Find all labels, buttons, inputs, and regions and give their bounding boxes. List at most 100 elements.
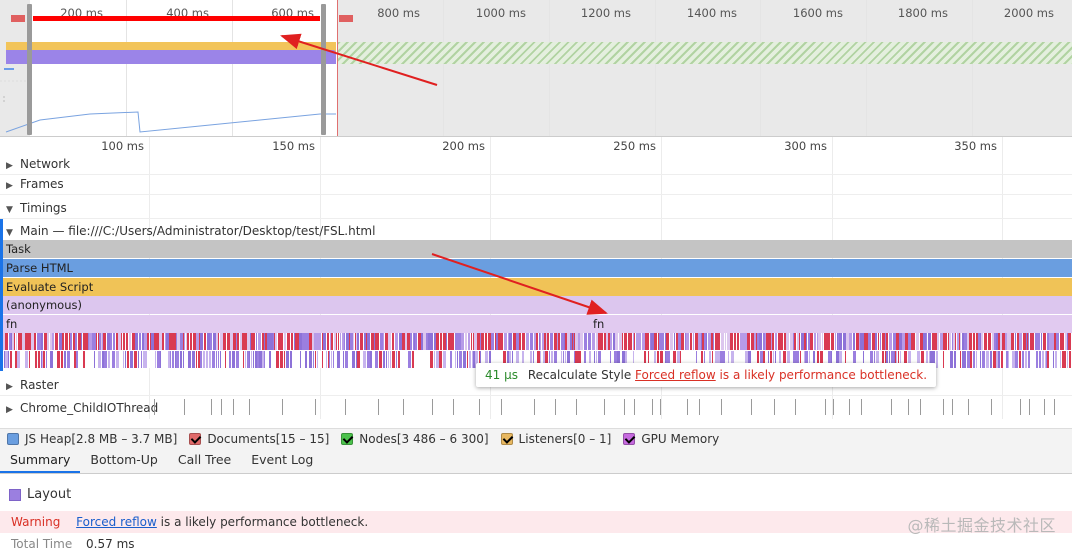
flame-event-slice: [606, 333, 608, 350]
flame-event-slice: [619, 333, 622, 350]
tab-call-tree[interactable]: Call Tree: [168, 448, 241, 473]
tab-bottom-up[interactable]: Bottom-Up: [80, 448, 167, 473]
flame-event-slice: [344, 333, 345, 350]
flame-event-slice: [654, 333, 657, 350]
checkbox-js-heap[interactable]: [7, 432, 19, 445]
flame-event-slice: [702, 333, 704, 350]
flame-event-slice: [469, 333, 470, 350]
selection-handle-left[interactable]: [27, 4, 32, 135]
flame-event-slice: [408, 351, 411, 368]
flame-event-slice: [308, 333, 309, 350]
flame-event-slice: [230, 333, 233, 350]
counter-listeners[interactable]: Listeners[0 – 1]: [500, 432, 611, 446]
counter-documents[interactable]: Documents[15 – 15]: [189, 432, 329, 446]
flame-event-slice: [977, 351, 979, 368]
tab-summary[interactable]: Summary: [0, 448, 81, 473]
track-network[interactable]: ▶ Network: [0, 155, 1072, 175]
flame-event-slice: [524, 333, 525, 350]
flame-event-slice: [814, 333, 816, 350]
flame-event-slice: [1001, 351, 1003, 368]
flame-event-slice: [338, 333, 339, 350]
flame-fn-label: fn: [593, 317, 605, 331]
flame-anonymous[interactable]: (anonymous): [0, 296, 1072, 314]
track-frames[interactable]: ▶ Frames: [0, 175, 1072, 195]
flame-event-slice: [184, 351, 187, 368]
flame-task[interactable]: Task: [0, 240, 1072, 258]
flame-event-slice: [236, 351, 239, 368]
selection-handle-right[interactable]: [321, 4, 326, 135]
flame-event-slice: [422, 351, 424, 368]
counter-js-heap[interactable]: JS Heap[2.8 MB – 3.7 MB]: [7, 432, 177, 446]
flame-event-slice: [103, 333, 106, 350]
flame-event-slice: [70, 333, 72, 350]
flame-event-slice: [455, 351, 456, 368]
flame-event-slice: [570, 333, 572, 350]
flame-event-slice: [912, 333, 914, 350]
collapse-triangle-icon[interactable]: ▼: [6, 201, 16, 219]
flame-event-slice: [78, 333, 81, 350]
flame-event-slice: [264, 351, 265, 368]
tooltip-forced-reflow-link[interactable]: Forced reflow: [635, 368, 716, 382]
flame-event-slice: [976, 351, 977, 368]
flame-event-slice: [795, 333, 796, 350]
expand-triangle-icon[interactable]: ▶: [6, 177, 16, 195]
flame-event-slice: [1019, 333, 1022, 350]
flame-event-slice: [870, 333, 871, 350]
flame-event-slice: [94, 351, 95, 368]
expand-triangle-icon[interactable]: ▶: [6, 401, 16, 419]
flame-event-slice: [880, 333, 881, 350]
counter-nodes[interactable]: Nodes[3 486 – 6 300]: [341, 432, 489, 446]
forced-reflow-link[interactable]: Forced reflow: [76, 515, 157, 529]
flame-event-slice: [994, 333, 996, 350]
timeline-overview[interactable]: 200 ms 400 ms 600 ms 800 ms 1000 ms 1200…: [0, 0, 1072, 137]
flame-event-slice: [85, 351, 87, 368]
flame-event-slice: [459, 351, 462, 368]
flame-event-slice: [996, 333, 998, 350]
flame-parse-html[interactable]: Parse HTML: [0, 259, 1072, 277]
track-timings[interactable]: ▼ Timings: [0, 199, 1072, 219]
checkbox-gpu-memory[interactable]: [623, 432, 636, 445]
flame-event-slice: [978, 333, 980, 350]
flame-event-slice: [4, 351, 5, 368]
flame-event-slice: [536, 333, 538, 350]
flame-event-slice: [147, 351, 150, 368]
overview-tick-label: 2000 ms: [1003, 6, 1054, 20]
flame-event-slice: [383, 333, 384, 350]
flame-event-slice: [608, 333, 610, 350]
expand-triangle-icon[interactable]: ▶: [6, 378, 16, 396]
flame-event-slice: [159, 333, 162, 350]
io-event-tick: [968, 399, 969, 415]
flame-event-slice: [1015, 333, 1016, 350]
tab-event-log[interactable]: Event Log: [241, 448, 323, 473]
flame-event-slice: [508, 333, 509, 350]
track-label: Raster: [20, 378, 59, 392]
flame-event-slice: [676, 333, 678, 350]
flame-event-slice: [509, 333, 512, 350]
flame-event-slice: [272, 351, 275, 368]
flame-event-slice: [150, 333, 151, 350]
counter-gpu-memory[interactable]: GPU Memory: [623, 432, 719, 446]
flame-event-slice: [98, 333, 99, 350]
checkbox-nodes[interactable]: [341, 432, 354, 445]
flame-recalc-layout-row[interactable]: [0, 333, 1072, 350]
flame-event-slice: [187, 333, 189, 350]
flame-event-slice: [62, 333, 63, 350]
flame-event-slice: [786, 333, 789, 350]
flame-evaluate-script[interactable]: Evaluate Script: [0, 278, 1072, 296]
flame-event-slice: [988, 333, 991, 350]
flame-event-slice: [849, 333, 852, 350]
flame-event-slice: [10, 351, 12, 368]
checkbox-listeners[interactable]: [500, 432, 513, 445]
expand-triangle-icon[interactable]: ▶: [6, 157, 16, 175]
io-event-tick: [833, 399, 834, 415]
flame-event-slice: [771, 333, 772, 350]
flame-event-slice: [48, 351, 49, 368]
ruler-tick-label: 100 ms: [101, 139, 144, 153]
flame-event-slice: [540, 333, 541, 350]
track-main[interactable]: ▼ Main — file:///C:/Users/Administrator/D…: [0, 222, 1072, 240]
flame-event-slice: [1069, 351, 1071, 368]
flame-fn[interactable]: fn fn: [0, 315, 1072, 333]
flame-event-slice: [622, 333, 623, 350]
flame-event-slice: [378, 333, 379, 350]
checkbox-documents[interactable]: [189, 432, 202, 445]
